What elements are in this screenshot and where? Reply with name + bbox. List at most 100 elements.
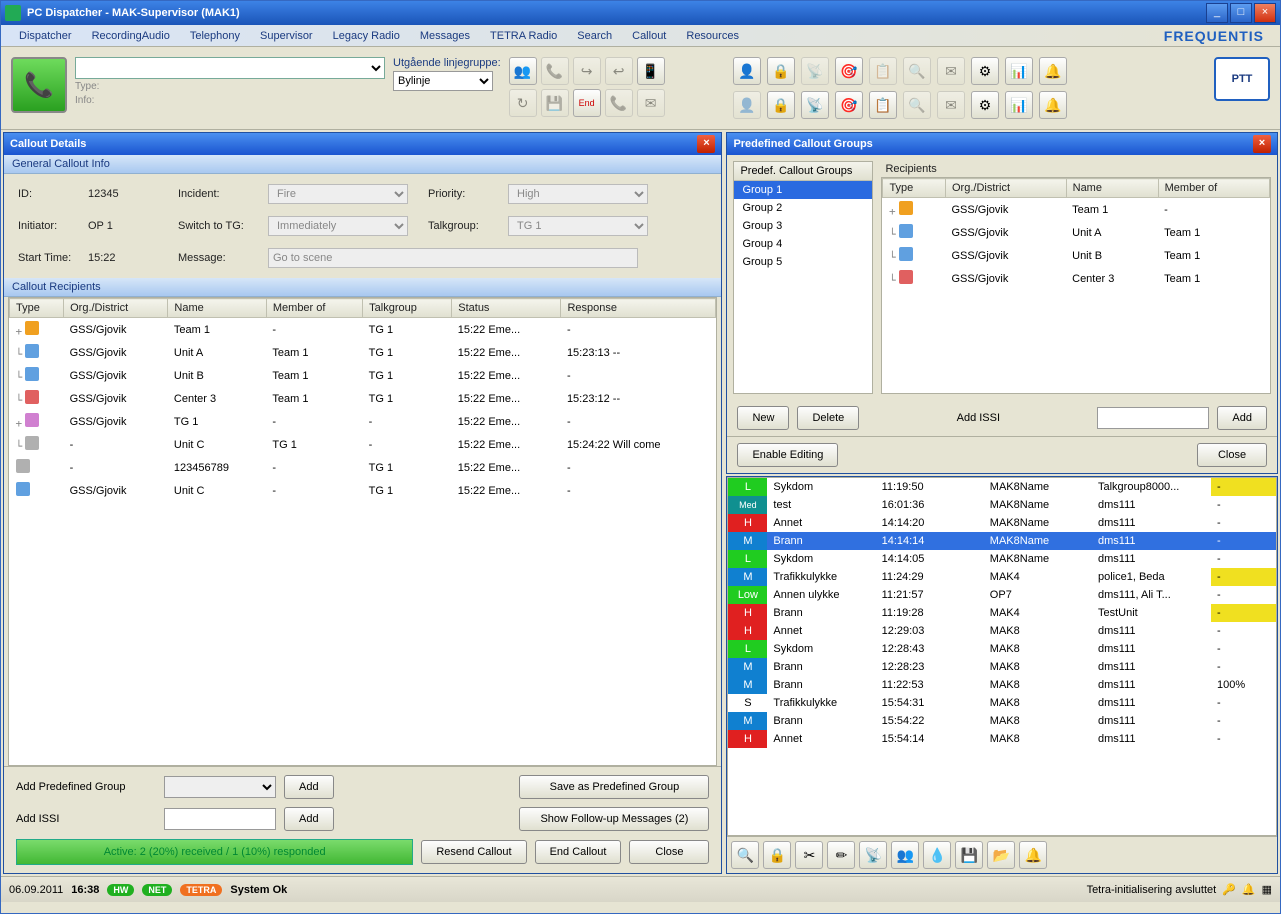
- tool-icon-r0-7[interactable]: ⚙: [971, 57, 999, 85]
- table-row[interactable]: └ GSS/GjovikUnit BTeam 1TG 115:22 Eme...…: [10, 364, 716, 387]
- col-header[interactable]: Member of: [1158, 179, 1269, 198]
- table-row[interactable]: -123456789-TG 115:22 Eme...-: [10, 456, 716, 479]
- col-header[interactable]: Org./District: [946, 179, 1067, 198]
- tool-icon-r1-1[interactable]: 🔒: [767, 91, 795, 119]
- close-callout-panel[interactable]: ×: [697, 135, 715, 153]
- show-followup-button[interactable]: Show Follow-up Messages (2): [519, 807, 709, 831]
- group-item[interactable]: Group 1: [734, 181, 872, 199]
- tb-icon-2[interactable]: 📞: [541, 57, 569, 85]
- event-row[interactable]: MBrann11:22:53MAK8dms111100%: [728, 676, 1276, 694]
- menu-search[interactable]: Search: [567, 28, 622, 44]
- tb-icon-3[interactable]: ↪: [573, 57, 601, 85]
- end-button[interactable]: End: [573, 89, 601, 117]
- tb-icon-9[interactable]: ✉: [637, 89, 665, 117]
- call-button[interactable]: 📞: [11, 57, 67, 113]
- incident-select[interactable]: Fire: [268, 184, 408, 204]
- enable-editing-button[interactable]: Enable Editing: [737, 443, 838, 467]
- menu-callout[interactable]: Callout: [622, 28, 676, 44]
- group-item[interactable]: Group 4: [734, 235, 872, 253]
- col-header[interactable]: Talkgroup: [363, 299, 452, 318]
- predef-close-button[interactable]: Close: [1197, 443, 1267, 467]
- linegroup-select[interactable]: Bylinje: [393, 71, 493, 91]
- event-row[interactable]: HBrann11:19:28MAK4TestUnit-: [728, 604, 1276, 622]
- table-row[interactable]: └ GSS/GjovikCenter 3Team 1: [883, 267, 1270, 290]
- events-table[interactable]: LSykdom11:19:50MAK8NameTalkgroup8000...-…: [728, 478, 1276, 748]
- tb-icon-4[interactable]: ↩: [605, 57, 633, 85]
- tool-icon-r1-2[interactable]: 📡: [801, 91, 829, 119]
- group-item[interactable]: Group 2: [734, 199, 872, 217]
- maximize-button[interactable]: □: [1230, 3, 1252, 23]
- new-group-button[interactable]: New: [737, 406, 789, 430]
- table-row[interactable]: + GSS/GjovikTG 1--15:22 Eme...-: [10, 410, 716, 433]
- bottom-tool-1[interactable]: 🔒: [763, 841, 791, 869]
- event-row[interactable]: HAnnet12:29:03MAK8dms111-: [728, 622, 1276, 640]
- add-group-button[interactable]: Add: [284, 775, 334, 799]
- event-row[interactable]: HAnnet14:14:20MAK8Namedms111-: [728, 514, 1276, 532]
- group-item[interactable]: Group 5: [734, 253, 872, 271]
- menu-messages[interactable]: Messages: [410, 28, 480, 44]
- close-callout-button[interactable]: Close: [629, 840, 709, 864]
- menu-telephony[interactable]: Telephony: [180, 28, 250, 44]
- add-group-select[interactable]: [164, 776, 276, 798]
- close-predef-panel[interactable]: ×: [1253, 135, 1271, 153]
- switch-select[interactable]: Immediately: [268, 216, 408, 236]
- event-row[interactable]: MBrann14:14:14MAK8Namedms111-: [728, 532, 1276, 550]
- table-row[interactable]: └ GSS/GjovikUnit ATeam 1TG 115:22 Eme...…: [10, 341, 716, 364]
- predef-add-issi-input[interactable]: [1097, 407, 1209, 429]
- tb-icon-1[interactable]: 👥: [509, 57, 537, 85]
- destination-input[interactable]: [75, 57, 385, 79]
- priority-select[interactable]: High: [508, 184, 648, 204]
- table-row[interactable]: └ GSS/GjovikCenter 3Team 1TG 115:22 Eme.…: [10, 387, 716, 410]
- bottom-tool-5[interactable]: 👥: [891, 841, 919, 869]
- col-header[interactable]: Response: [561, 299, 716, 318]
- tool-icon-r1-6[interactable]: ✉: [937, 91, 965, 119]
- add-issi-button[interactable]: Add: [284, 807, 334, 831]
- tool-icon-r0-2[interactable]: 📡: [801, 57, 829, 85]
- bottom-tool-9[interactable]: 🔔: [1019, 841, 1047, 869]
- tool-icon-r0-1[interactable]: 🔒: [767, 57, 795, 85]
- tool-icon-r0-4[interactable]: 📋: [869, 57, 897, 85]
- table-row[interactable]: + GSS/GjovikTeam 1-: [883, 198, 1270, 222]
- tb-icon-6[interactable]: ↻: [509, 89, 537, 117]
- col-header[interactable]: Member of: [266, 299, 362, 318]
- col-header[interactable]: Status: [452, 299, 561, 318]
- save-predefined-button[interactable]: Save as Predefined Group: [519, 775, 709, 799]
- end-callout-button[interactable]: End Callout: [535, 840, 622, 864]
- message-input[interactable]: [268, 248, 638, 268]
- menu-resources[interactable]: Resources: [676, 28, 749, 44]
- bottom-tool-2[interactable]: ✂: [795, 841, 823, 869]
- event-row[interactable]: MBrann12:28:23MAK8dms111-: [728, 658, 1276, 676]
- event-row[interactable]: MBrann15:54:22MAK8dms111-: [728, 712, 1276, 730]
- menu-dispatcher[interactable]: Dispatcher: [9, 28, 82, 44]
- bottom-tool-7[interactable]: 💾: [955, 841, 983, 869]
- tool-icon-r0-0[interactable]: 👤: [733, 57, 761, 85]
- tb-icon-5[interactable]: 📱: [637, 57, 665, 85]
- event-row[interactable]: LSykdom14:14:05MAK8Namedms111-: [728, 550, 1276, 568]
- tool-icon-r0-6[interactable]: ✉: [937, 57, 965, 85]
- tool-icon-r0-8[interactable]: 📊: [1005, 57, 1033, 85]
- close-window-button[interactable]: ×: [1254, 3, 1276, 23]
- event-row[interactable]: STrafikkulykke15:54:31MAK8dms111-: [728, 694, 1276, 712]
- bottom-tool-0[interactable]: 🔍: [731, 841, 759, 869]
- delete-group-button[interactable]: Delete: [797, 406, 859, 430]
- event-row[interactable]: LowAnnen ulykke11:21:57OP7dms111, Ali T.…: [728, 586, 1276, 604]
- predef-add-button[interactable]: Add: [1217, 406, 1267, 430]
- col-header[interactable]: Type: [883, 179, 946, 198]
- bottom-tool-6[interactable]: 💧: [923, 841, 951, 869]
- col-header[interactable]: Type: [10, 299, 64, 318]
- predef-recipients-table[interactable]: TypeOrg./DistrictNameMember of + GSS/Gjo…: [882, 178, 1270, 290]
- resend-button[interactable]: Resend Callout: [421, 840, 526, 864]
- event-row[interactable]: HAnnet15:54:14MAK8dms111-: [728, 730, 1276, 748]
- tool-icon-r1-7[interactable]: ⚙: [971, 91, 999, 119]
- event-row[interactable]: LSykdom12:28:43MAK8dms111-: [728, 640, 1276, 658]
- table-row[interactable]: └ GSS/GjovikUnit ATeam 1: [883, 221, 1270, 244]
- tool-icon-r1-4[interactable]: 📋: [869, 91, 897, 119]
- table-row[interactable]: └ -Unit CTG 1-15:22 Eme...15:24:22 Will …: [10, 433, 716, 456]
- event-row[interactable]: MTrafikkulykke11:24:29MAK4police1, Beda-: [728, 568, 1276, 586]
- menu-tetraradio[interactable]: TETRA Radio: [480, 28, 567, 44]
- tool-icon-r0-5[interactable]: 🔍: [903, 57, 931, 85]
- col-header[interactable]: Org./District: [64, 299, 168, 318]
- event-row[interactable]: LSykdom11:19:50MAK8NameTalkgroup8000...-: [728, 478, 1276, 496]
- bottom-tool-4[interactable]: 📡: [859, 841, 887, 869]
- event-row[interactable]: Medtest16:01:36MAK8Namedms111-: [728, 496, 1276, 514]
